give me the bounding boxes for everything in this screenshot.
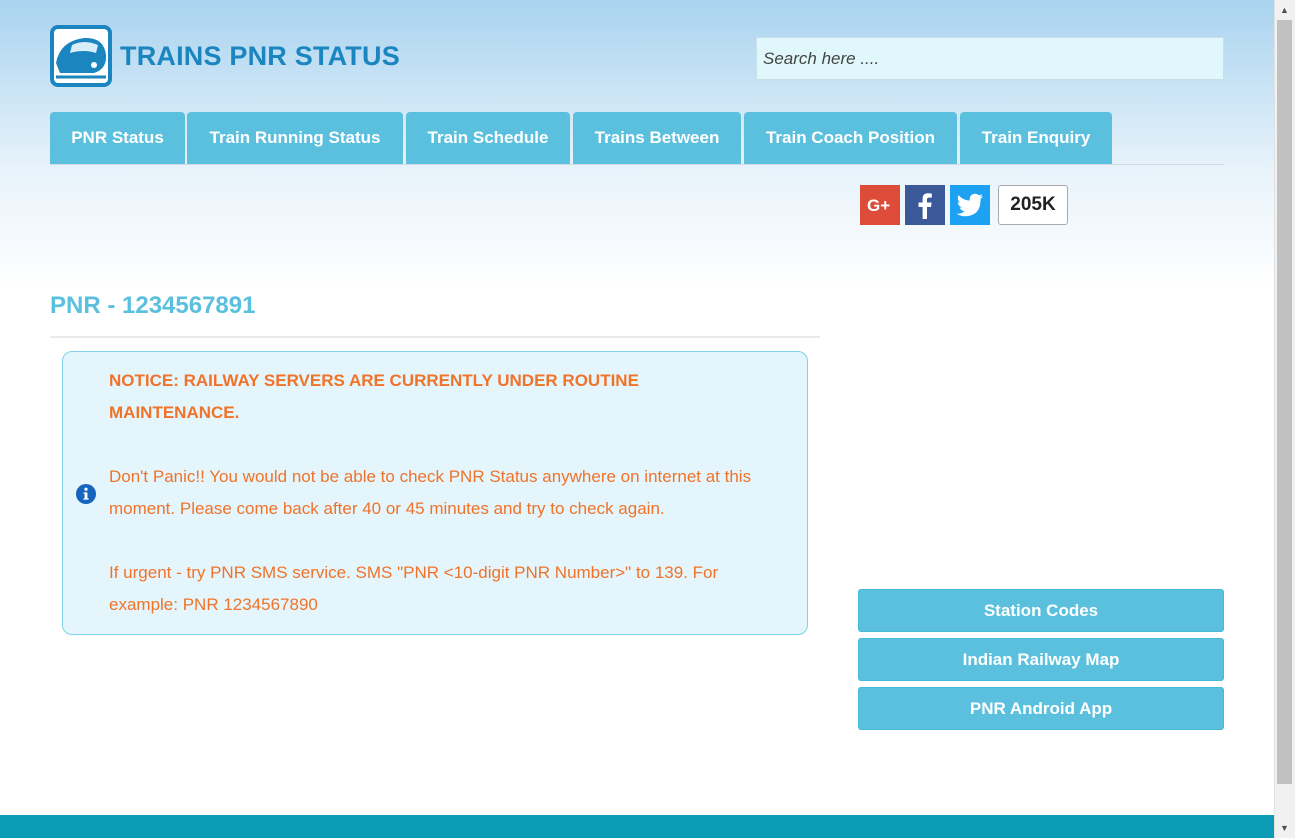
footer-bar — [0, 815, 1274, 838]
train-logo-icon — [50, 25, 112, 87]
notice-message: Don't Panic!! You would not be able to c… — [109, 467, 752, 518]
search-input[interactable] — [756, 37, 1224, 80]
share-count: 205K — [998, 185, 1068, 225]
notice-heading: NOTICE: RAILWAY SERVERS ARE CURRENTLY UN… — [109, 371, 639, 422]
main-nav: PNR Status Train Running Status Train Sc… — [50, 112, 1224, 165]
notice-tip: If urgent - try PNR SMS service. SMS "PN… — [109, 563, 719, 614]
scroll-up-arrow-icon[interactable]: ▲ — [1274, 0, 1295, 20]
scrollbar-thumb[interactable] — [1277, 20, 1292, 784]
notice-body: NOTICE: RAILWAY SERVERS ARE CURRENTLY UN… — [109, 365, 769, 621]
scroll-down-arrow-icon[interactable]: ▼ — [1274, 818, 1295, 838]
facebook-share-button[interactable] — [905, 185, 945, 225]
brand-name: TRAINS PNR STATUS — [120, 40, 400, 71]
station-codes-button[interactable]: Station Codes — [858, 589, 1224, 632]
tab-train-schedule[interactable]: Train Schedule — [406, 112, 570, 164]
twitter-icon — [956, 193, 983, 217]
pnr-android-app-button[interactable]: PNR Android App — [858, 687, 1224, 730]
info-icon — [76, 484, 96, 504]
site-logo[interactable]: TRAINS PNR STATUS — [50, 25, 400, 87]
maintenance-notice: NOTICE: RAILWAY SERVERS ARE CURRENTLY UN… — [62, 351, 808, 635]
page-title: PNR - 1234567891 — [50, 292, 256, 319]
indian-railway-map-button[interactable]: Indian Railway Map — [858, 638, 1224, 681]
facebook-icon — [918, 193, 932, 219]
tab-pnr-status[interactable]: PNR Status — [50, 112, 185, 164]
svg-text:G+: G+ — [867, 196, 890, 214]
page: TRAINS PNR STATUS PNR Status Train Runni… — [0, 0, 1274, 838]
google-plus-icon: G+ — [867, 196, 890, 214]
title-divider — [50, 336, 820, 338]
tab-train-running-status[interactable]: Train Running Status — [187, 112, 403, 164]
tab-trains-between[interactable]: Trains Between — [573, 112, 741, 164]
tab-train-enquiry[interactable]: Train Enquiry — [960, 112, 1112, 164]
tab-train-coach-position[interactable]: Train Coach Position — [744, 112, 957, 164]
google-plus-share-button[interactable]: G+ — [860, 185, 900, 225]
twitter-share-button[interactable] — [950, 185, 990, 225]
